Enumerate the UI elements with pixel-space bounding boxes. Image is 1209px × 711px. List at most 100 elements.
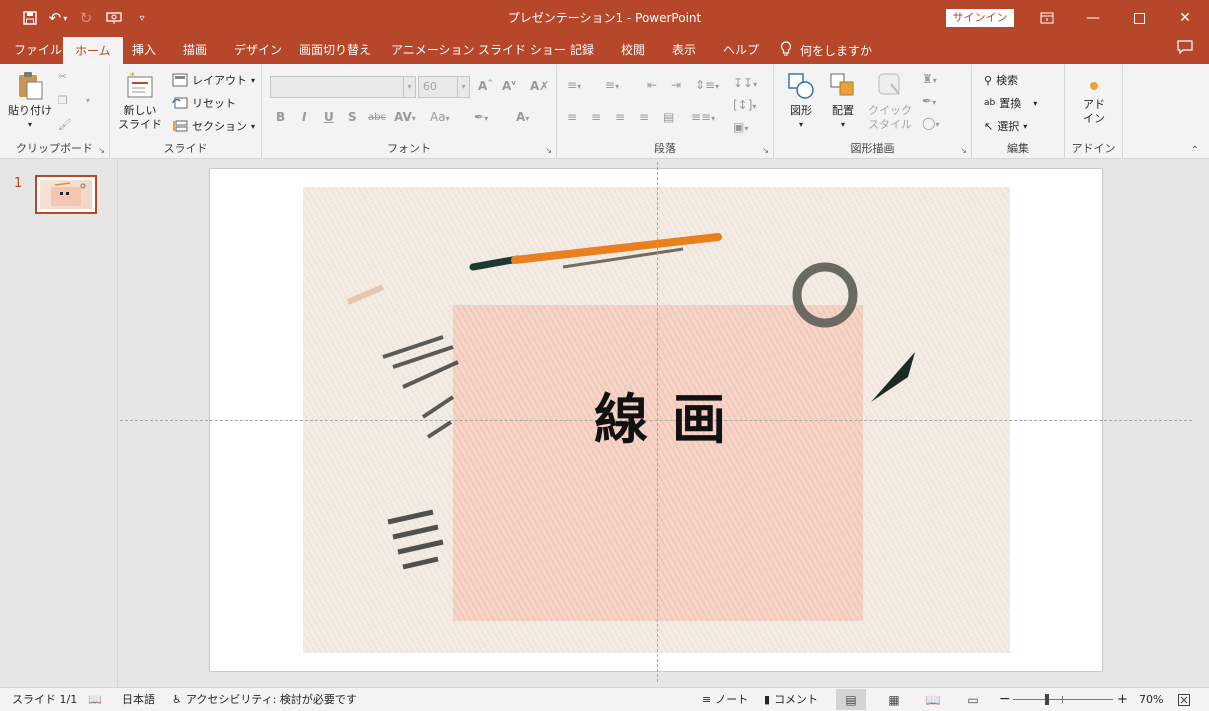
distributed-icon[interactable]: ▤ [663, 110, 674, 124]
slide-title-text[interactable]: 線画 [560, 385, 760, 455]
slide-thumbnail-image [40, 180, 92, 209]
clear-format-icon[interactable]: A✗ [530, 79, 549, 93]
collapse-ribbon-icon[interactable]: ⌃ [1191, 145, 1199, 156]
tab-insert[interactable]: 挿入 [120, 36, 168, 64]
columns-icon[interactable]: ≡≡▾ [691, 110, 715, 124]
shape-effects-icon[interactable]: ◯▾ [922, 116, 939, 130]
spell-check-icon[interactable]: 📖 [88, 688, 102, 711]
close-icon[interactable]: ✕ [1162, 0, 1208, 36]
zoom-slider-thumb[interactable] [1045, 694, 1049, 705]
new-slide-button[interactable]: ✶ 新しい スライド [118, 70, 162, 132]
tab-design[interactable]: デザイン [222, 36, 294, 64]
save-icon[interactable] [16, 0, 44, 36]
align-right-icon[interactable]: ≡ [615, 110, 625, 124]
notes-label: ノート [715, 693, 749, 706]
signin-button[interactable]: サインイン [946, 9, 1014, 27]
replace-button[interactable]: ab 置換 ▾ [984, 95, 1037, 111]
maximize-icon[interactable] [1116, 0, 1162, 36]
italic-icon[interactable]: I [302, 110, 306, 124]
decrease-font-icon[interactable]: Av [502, 79, 516, 93]
tab-record[interactable]: 記録 [558, 36, 606, 64]
text-direction-icon[interactable]: ↧↧▾ [733, 76, 757, 90]
customize-icon[interactable]: ▿ [128, 0, 156, 36]
highlight-icon[interactable]: ✒▾ [474, 110, 488, 124]
cut-icon[interactable]: ✂ [58, 70, 67, 83]
fit-to-window-icon[interactable] [1178, 688, 1190, 711]
layout-button[interactable]: レイアウト ▾ [172, 72, 255, 88]
tab-transitions[interactable]: 画面切り替え [287, 36, 383, 64]
notes-button[interactable]: ≡ ノート [702, 688, 748, 711]
new-slide-label-2: スライド [118, 118, 162, 131]
strikethrough-icon[interactable]: abc [368, 112, 386, 123]
arrange-button[interactable]: 配置 ▾ [828, 70, 858, 132]
smartart-icon[interactable]: ▣▾ [733, 120, 748, 134]
clipboard-launcher-icon[interactable]: ↘ [98, 146, 105, 155]
tab-review[interactable]: 校閲 [609, 36, 657, 64]
bullets-icon[interactable]: ≡▾ [567, 78, 581, 92]
zoom-out-icon[interactable]: − [999, 688, 1011, 711]
normal-view-icon[interactable]: ▤ [836, 689, 866, 710]
shape-fill-icon[interactable]: ♜▾ [922, 72, 937, 86]
reading-view-icon[interactable]: 📖 [918, 689, 948, 710]
comments-icon[interactable] [1174, 40, 1196, 60]
drawing-launcher-icon[interactable]: ↘ [960, 146, 967, 155]
undo-icon[interactable]: ↶ ▾ [44, 0, 72, 36]
slide-count: スライド 1/1 [12, 693, 78, 706]
increase-font-icon[interactable]: A^ [478, 79, 493, 93]
line-spacing-icon[interactable]: ⇕≡▾ [695, 78, 719, 92]
underline-icon[interactable]: U [324, 110, 334, 124]
arrange-icon [830, 73, 854, 96]
align-left-icon[interactable]: ≡ [567, 110, 577, 124]
align-center-icon[interactable]: ≡ [591, 110, 601, 124]
present-icon[interactable] [100, 0, 128, 36]
zoom-slider-track[interactable] [1013, 699, 1113, 700]
numbering-icon[interactable]: ≡▾ [605, 78, 619, 92]
tab-draw[interactable]: 描画 [171, 36, 219, 64]
shape-outline-icon[interactable]: ✒▾ [922, 94, 936, 108]
layout-icon [172, 73, 188, 87]
section-button[interactable]: セクション ▾ [172, 118, 255, 134]
tell-me-search[interactable]: 何をしますか [780, 36, 872, 64]
title-bar: ↶ ▾ ↻ ▿ プレゼンテーション1 - PowerPoint サインイン — ✕ [0, 0, 1209, 36]
slide-sorter-icon[interactable]: ▦ [879, 689, 909, 710]
increase-indent-icon[interactable]: ⇥ [671, 78, 681, 92]
shapes-icon [788, 73, 814, 99]
accessibility-status[interactable]: ♿ アクセシビリティ: 検討が必要です [172, 688, 357, 711]
comments-button[interactable]: ▮ コメント [764, 688, 818, 711]
reset-button[interactable]: リセット [172, 95, 236, 111]
paragraph-launcher-icon[interactable]: ↘ [762, 146, 769, 155]
quick-styles-button[interactable]: クイック スタイル [868, 70, 912, 132]
slideshow-view-icon[interactable]: ▭ [958, 689, 988, 710]
font-name-combobox[interactable]: ▾ [270, 76, 416, 98]
decrease-indent-icon[interactable]: ⇤ [647, 78, 657, 92]
shapes-button[interactable]: 図形 ▾ [786, 70, 816, 132]
find-button[interactable]: ⚲ 検索 [984, 72, 1018, 88]
align-text-icon[interactable]: [↕]▾ [733, 98, 756, 112]
font-color-icon[interactable]: A▾ [516, 110, 529, 124]
bold-icon[interactable]: B [276, 110, 285, 124]
paste-button[interactable]: 貼り付け ▾ [8, 70, 52, 132]
font-name-dropdown-icon[interactable]: ▾ [403, 77, 415, 97]
justify-icon[interactable]: ≡ [639, 110, 649, 124]
font-launcher-icon[interactable]: ↘ [545, 146, 552, 155]
language-indicator[interactable]: 日本語 [122, 688, 155, 711]
minimize-icon[interactable]: — [1070, 0, 1116, 36]
font-size-combobox[interactable]: 60 ▾ [418, 76, 470, 98]
redo-icon[interactable]: ↻ [72, 0, 100, 36]
change-case-icon[interactable]: Aa▾ [430, 110, 450, 124]
select-button[interactable]: ↖ 選択 ▾ [984, 118, 1027, 134]
tab-help[interactable]: ヘルプ [711, 36, 771, 64]
addins-button[interactable]: アド イン [1079, 74, 1109, 126]
format-painter-icon[interactable]: 🖌 [58, 118, 72, 131]
slide-thumbnail[interactable] [35, 175, 97, 214]
tab-view[interactable]: 表示 [660, 36, 708, 64]
shadow-icon[interactable]: S [348, 110, 357, 124]
zoom-in-icon[interactable]: + [1117, 688, 1128, 711]
font-size-dropdown-icon[interactable]: ▾ [457, 77, 469, 97]
char-spacing-icon[interactable]: AV▾ [394, 110, 416, 124]
ribbon-display-icon[interactable] [1024, 0, 1070, 36]
zoom-level[interactable]: 70% [1139, 688, 1163, 711]
copy-icon[interactable]: ❐ ▾ [58, 94, 90, 107]
tab-home[interactable]: ホーム [63, 37, 123, 64]
addins-group-label: アドイン [1071, 142, 1116, 155]
